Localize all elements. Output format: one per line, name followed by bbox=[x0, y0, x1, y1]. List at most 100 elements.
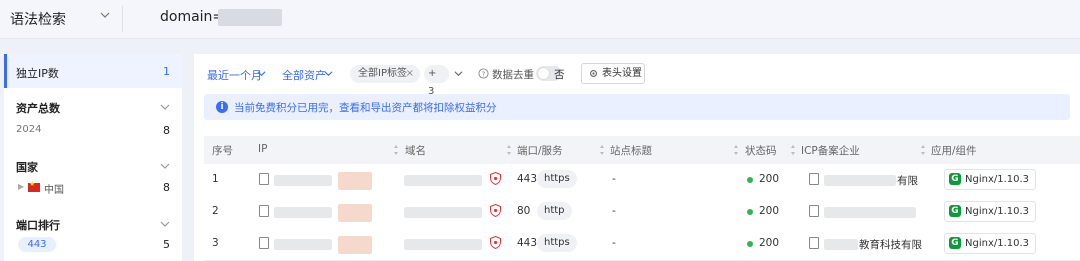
sidebar-section-port-rank[interactable]: 端口排行 443 5 bbox=[4, 212, 182, 261]
table-header: 序号 IP 域名 端口/服务 站点标题 状态码 ICP备案企业 应用/组件 bbox=[204, 136, 1080, 164]
sidebar-item-count: 1 bbox=[163, 65, 170, 78]
nginx-icon: G bbox=[949, 173, 961, 185]
dedupe-label: 数据去重 bbox=[492, 69, 534, 81]
redacted-ip bbox=[274, 239, 332, 250]
info-icon: i bbox=[216, 101, 228, 113]
china-flag-icon bbox=[28, 180, 40, 192]
svg-text:?: ? bbox=[482, 69, 486, 78]
section-title: 资产总数 bbox=[16, 102, 60, 115]
redacted-domain bbox=[404, 175, 482, 186]
icp-icon bbox=[809, 205, 819, 217]
app-tag-nginx[interactable]: G Nginx/1.10.3 bbox=[944, 169, 1037, 190]
service-tag[interactable]: https bbox=[537, 170, 577, 188]
ip-detail-icon[interactable] bbox=[259, 205, 269, 217]
service-tag[interactable]: https bbox=[537, 234, 577, 252]
dedupe-state: 否 bbox=[554, 69, 565, 81]
chevron-down-icon[interactable] bbox=[160, 219, 170, 229]
port-number[interactable]: 443 bbox=[517, 237, 537, 249]
col-site-title[interactable]: 站点标题 bbox=[610, 143, 652, 158]
table-row[interactable]: 3 443 https - 200 教育科技有限 G Nginx/1.10.3 bbox=[204, 228, 1080, 261]
section-item-label: 2024 bbox=[16, 124, 42, 135]
table-row[interactable]: 1 443 https - 200 有限 G Nginx/1.10.3 bbox=[204, 164, 1080, 197]
section-item-count: 8 bbox=[163, 181, 170, 194]
col-port-service[interactable]: 端口/服务 bbox=[517, 143, 563, 158]
site-title: - bbox=[612, 173, 616, 185]
sidebar-section-country[interactable]: 国家 ▶ 中国 8 bbox=[4, 154, 182, 204]
col-domain[interactable]: 域名 bbox=[405, 143, 426, 158]
sidebar-item-unique-ip[interactable]: 独立IP数 1 bbox=[4, 54, 182, 88]
site-title: - bbox=[612, 205, 616, 217]
app-tag-nginx[interactable]: G Nginx/1.10.3 bbox=[944, 233, 1037, 254]
chevron-down-icon[interactable] bbox=[160, 161, 170, 171]
nginx-icon: G bbox=[949, 205, 961, 217]
chevron-down-icon[interactable] bbox=[257, 69, 266, 78]
redacted-icp bbox=[824, 239, 858, 250]
chevron-down-icon[interactable] bbox=[100, 10, 110, 20]
app-label: Nginx/1.10.3 bbox=[965, 238, 1030, 249]
col-index: 序号 bbox=[212, 145, 233, 157]
header-settings-button[interactable]: 表头设置 bbox=[581, 63, 645, 84]
sort-icon[interactable] bbox=[600, 145, 604, 155]
chevron-down-icon[interactable] bbox=[454, 69, 463, 78]
close-icon[interactable]: × bbox=[406, 65, 414, 83]
section-title: 国家 bbox=[16, 161, 38, 174]
redacted-icp bbox=[824, 207, 916, 218]
chevron-down-icon[interactable] bbox=[324, 69, 333, 78]
status-dot bbox=[747, 177, 753, 183]
divider bbox=[122, 6, 123, 32]
more-tags-chip[interactable]: + 3 bbox=[424, 65, 449, 97]
col-status[interactable]: 状态码 bbox=[745, 143, 777, 158]
ip-detail-icon[interactable] bbox=[259, 237, 269, 249]
sort-icon[interactable] bbox=[791, 145, 795, 155]
port-number[interactable]: 443 bbox=[517, 173, 537, 185]
notice-text: 当前免费积分已用完，查看和导出资产都将扣除权益积分 bbox=[234, 102, 497, 114]
search-bar: 语法检索 domain=' bbox=[0, 0, 1080, 39]
results-panel: 最近一个月 全部资产 全部IP标签 × + 3 ? 数据去重 否 表头设置 i … bbox=[194, 54, 1080, 261]
row-index: 3 bbox=[212, 237, 219, 249]
time-range-filter[interactable]: 最近一个月 bbox=[207, 67, 262, 83]
nginx-icon: G bbox=[949, 237, 961, 249]
chip-label: 全部IP标签 bbox=[358, 68, 407, 79]
search-mode-select[interactable]: 语法检索 bbox=[10, 9, 66, 29]
redacted-icp bbox=[824, 175, 896, 186]
shield-icon[interactable] bbox=[490, 236, 501, 249]
port-tag[interactable]: 443 bbox=[18, 237, 56, 252]
sidebar-section-asset-total[interactable]: 资产总数 2024 8 bbox=[4, 94, 182, 144]
sort-icon[interactable] bbox=[394, 145, 398, 155]
service-tag[interactable]: http bbox=[537, 202, 572, 220]
icp-company[interactable]: 教育科技有限 bbox=[859, 237, 922, 252]
redacted-ip bbox=[338, 236, 372, 254]
shield-icon[interactable] bbox=[490, 172, 501, 185]
shield-icon[interactable] bbox=[490, 204, 501, 217]
ip-tag-chip[interactable]: 全部IP标签 × bbox=[350, 65, 420, 83]
redacted-ip bbox=[338, 204, 372, 222]
sidebar-item-label: 独立IP数 bbox=[16, 67, 59, 80]
caret-right-icon[interactable]: ▶ bbox=[18, 182, 24, 191]
status-code: 200 bbox=[759, 173, 780, 185]
status-code: 200 bbox=[759, 237, 780, 249]
status-dot bbox=[747, 209, 753, 215]
ip-detail-icon[interactable] bbox=[259, 173, 269, 185]
help-circle-icon[interactable]: ? bbox=[478, 68, 489, 79]
app-label: Nginx/1.10.3 bbox=[965, 206, 1030, 217]
sort-icon[interactable] bbox=[734, 145, 738, 155]
redacted-ip bbox=[274, 207, 332, 218]
col-icp[interactable]: ICP备案企业 bbox=[801, 143, 860, 158]
notice-banner: i 当前免费积分已用完，查看和导出资产都将扣除权益积分 bbox=[204, 94, 1070, 120]
section-item-count: 5 bbox=[163, 238, 170, 251]
icp-company[interactable]: 有限 bbox=[897, 173, 918, 188]
chevron-down-icon[interactable] bbox=[160, 102, 170, 112]
sort-icon[interactable] bbox=[921, 145, 925, 155]
button-label: 表头设置 bbox=[602, 68, 642, 79]
col-app[interactable]: 应用/组件 bbox=[931, 143, 977, 158]
table-row[interactable]: 2 80 http - 200 G Nginx/1.10.3 bbox=[204, 196, 1080, 229]
gear-icon bbox=[590, 70, 597, 77]
sort-icon[interactable] bbox=[507, 145, 511, 155]
row-index: 1 bbox=[212, 173, 219, 185]
app-tag-nginx[interactable]: G Nginx/1.10.3 bbox=[944, 201, 1037, 222]
section-item-label: 中国 bbox=[44, 185, 64, 196]
redacted-ip bbox=[338, 172, 372, 190]
asset-scope-filter[interactable]: 全部资产 bbox=[282, 67, 326, 83]
port-number[interactable]: 80 bbox=[517, 205, 530, 217]
col-ip[interactable]: IP bbox=[258, 143, 267, 155]
